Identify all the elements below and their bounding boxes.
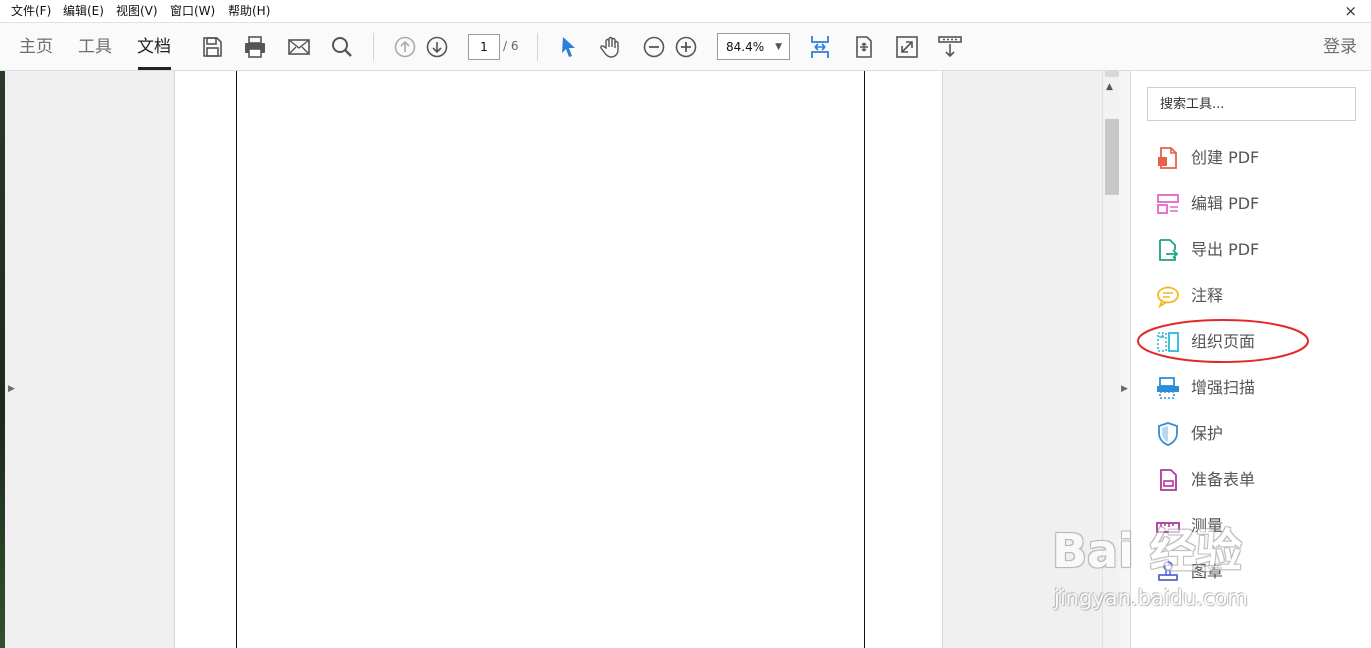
tool-label: 创建 PDF <box>1191 148 1260 167</box>
tool-edit-pdf[interactable]: 编辑 PDF <box>1155 189 1355 219</box>
close-icon[interactable]: × <box>1344 2 1357 20</box>
tool-export-pdf[interactable]: 导出 PDF <box>1155 235 1355 265</box>
right-panel-toggle-icon[interactable]: ▶ <box>1121 384 1128 394</box>
select-arrow-icon[interactable] <box>555 33 583 61</box>
tool-label: 注释 <box>1191 286 1224 305</box>
enhance-scan-icon <box>1155 375 1181 401</box>
tool-organize-pages[interactable]: 组织页面 <box>1155 327 1355 357</box>
scroll-up-icon[interactable]: ▲ <box>1106 81 1113 93</box>
print-icon[interactable] <box>241 33 269 61</box>
tool-enhance-scan[interactable]: 增强扫描 <box>1155 373 1355 403</box>
active-tab-indicator <box>138 67 171 70</box>
prepare-form-icon <box>1155 467 1181 493</box>
organize-pages-icon <box>1155 329 1181 355</box>
comment-icon <box>1155 283 1181 309</box>
tool-label: 导出 PDF <box>1191 240 1260 259</box>
toolbar-separator <box>537 33 538 61</box>
zoom-value: 84.4% <box>726 40 765 54</box>
tool-measure[interactable]: 测量 <box>1155 511 1355 541</box>
tool-label: 保护 <box>1191 424 1224 443</box>
tools-pane: 创建 PDF 编辑 PDF 导出 PDF 注释 组织页面 增强扫描 <box>1131 71 1371 648</box>
tab-document[interactable]: 文档 <box>137 37 171 57</box>
tool-stamp[interactable]: 图章 <box>1155 557 1355 587</box>
stamp-icon <box>1155 559 1181 585</box>
page-total: / 6 <box>503 39 519 53</box>
menu-help[interactable]: 帮助(H) <box>228 4 270 19</box>
vertical-scrollbar[interactable]: ▲ <box>1102 71 1119 648</box>
scrollbar-thumb[interactable] <box>1105 119 1119 195</box>
main-toolbar: 主页 工具 文档 1 / 6 84.4% ▼ 登录 <box>0 23 1371 71</box>
menu-bar: 文件(F) 编辑(E) 视图(V) 窗口(W) 帮助(H) × <box>0 0 1371 23</box>
tool-label: 组织页面 <box>1191 332 1256 351</box>
document-gutter <box>942 71 1102 648</box>
left-panel-toggle-icon[interactable]: ▶ <box>8 384 15 394</box>
tool-search-input[interactable] <box>1147 87 1356 121</box>
email-icon[interactable] <box>285 33 313 61</box>
scroll-mode-icon[interactable] <box>850 33 878 61</box>
tool-prepare-form[interactable]: 准备表单 <box>1155 465 1355 495</box>
full-screen-icon[interactable] <box>893 33 921 61</box>
zoom-out-icon[interactable] <box>640 33 668 61</box>
pdf-page[interactable] <box>236 71 865 648</box>
right-panel-divider <box>1119 71 1131 648</box>
menu-edit[interactable]: 编辑(E) <box>63 4 104 19</box>
read-mode-icon[interactable] <box>936 33 964 61</box>
tool-comment[interactable]: 注释 <box>1155 281 1355 311</box>
scrollbar-cap <box>1105 71 1119 77</box>
tool-label: 编辑 PDF <box>1191 194 1260 213</box>
prev-page-icon[interactable] <box>391 33 419 61</box>
page-number-input[interactable]: 1 <box>468 34 500 60</box>
zoom-select[interactable]: 84.4% ▼ <box>717 33 790 60</box>
menu-file[interactable]: 文件(F) <box>11 4 51 19</box>
tool-create-pdf[interactable]: 创建 PDF <box>1155 143 1355 173</box>
hand-icon[interactable] <box>597 33 625 61</box>
tool-label: 准备表单 <box>1191 470 1256 489</box>
shield-icon <box>1155 421 1181 447</box>
menu-window[interactable]: 窗口(W) <box>170 4 215 19</box>
edit-pdf-icon <box>1155 191 1181 217</box>
save-icon[interactable] <box>198 33 226 61</box>
tool-protect[interactable]: 保护 <box>1155 419 1355 449</box>
tool-label: 图章 <box>1191 562 1224 581</box>
sign-in-link[interactable]: 登录 <box>1323 37 1357 57</box>
tool-label: 增强扫描 <box>1191 378 1256 397</box>
export-pdf-icon <box>1155 237 1181 263</box>
zoom-in-icon[interactable] <box>672 33 700 61</box>
navigation-panel <box>5 71 175 648</box>
next-page-icon[interactable] <box>423 33 451 61</box>
chevron-down-icon: ▼ <box>775 42 782 52</box>
toolbar-separator <box>373 33 374 61</box>
measure-icon <box>1155 513 1181 539</box>
search-icon[interactable] <box>328 33 356 61</box>
fit-page-icon[interactable] <box>806 33 834 61</box>
tab-home[interactable]: 主页 <box>19 37 53 57</box>
tool-label: 测量 <box>1191 516 1224 535</box>
menu-view[interactable]: 视图(V) <box>116 4 158 19</box>
create-pdf-icon <box>1155 145 1181 171</box>
tab-tools[interactable]: 工具 <box>78 37 112 57</box>
